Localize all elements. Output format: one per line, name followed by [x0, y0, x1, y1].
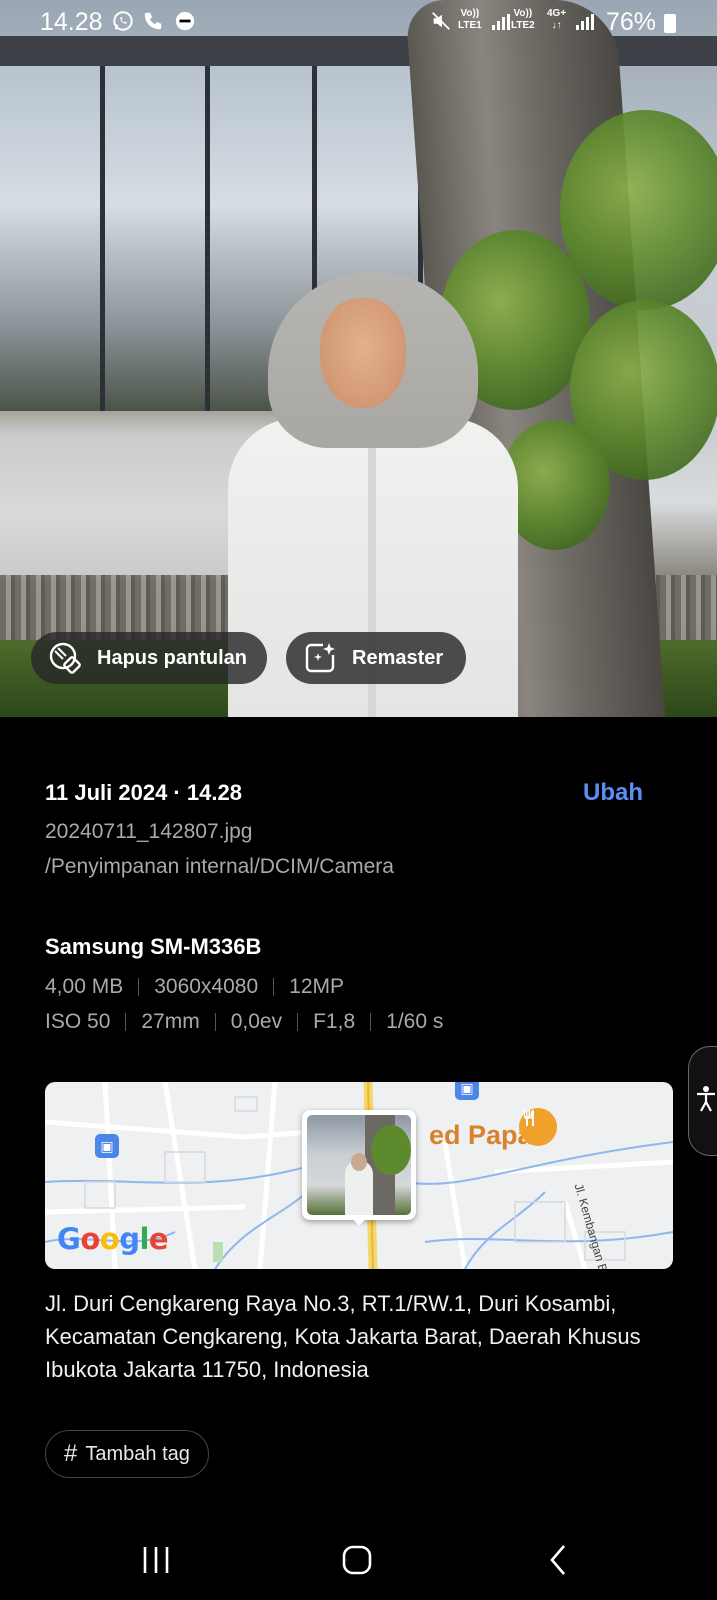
map-marker-pointer: [350, 1216, 368, 1226]
google-logo: Google: [57, 1222, 169, 1256]
map-photo-marker[interactable]: [302, 1110, 416, 1226]
photo-filename: 20240711_142807.jpg: [45, 820, 253, 843]
camera-specs-row: ISO 50 27mm 0,0ev F1,8 1/60 s: [45, 1010, 443, 1034]
battery-icon: [664, 14, 676, 33]
remaster-label: Remaster: [352, 646, 444, 669]
remaster-icon: [302, 640, 338, 676]
location-address: Jl. Duri Cengkareng Raya No.3, RT.1/RW.1…: [45, 1291, 641, 1382]
file-size: 4,00 MB: [45, 975, 124, 998]
remove-reflection-icon: [47, 640, 83, 676]
home-icon: [342, 1545, 372, 1575]
edit-details-button[interactable]: Ubah: [583, 779, 643, 807]
accessibility-icon: [695, 1085, 717, 1118]
accessibility-edge-handle[interactable]: [688, 1046, 717, 1156]
transit-icon: ▣: [455, 1082, 479, 1100]
file-specs-row: 4,00 MB 3060x4080 12MP: [45, 975, 344, 999]
home-button[interactable]: [327, 1538, 387, 1582]
separator: [125, 1013, 127, 1031]
remove-reflection-label: Hapus pantulan: [97, 646, 248, 669]
person-face: [320, 298, 406, 408]
recent-apps-icon: [143, 1547, 169, 1573]
hashtag-icon: #: [64, 1440, 78, 1467]
remaster-button[interactable]: Remaster: [286, 632, 466, 684]
do-not-disturb-icon: [174, 10, 196, 37]
photo-leaves: [560, 110, 717, 310]
status-time: 14.28: [40, 8, 103, 36]
shutter-speed: 1/60 s: [386, 1010, 444, 1033]
location-map[interactable]: ▣ ▣ ed Papa Jl. Kembangan Baru Google: [45, 1082, 673, 1269]
signal-icon: [492, 14, 510, 30]
restaurant-icon: [519, 1108, 557, 1146]
separator: [273, 978, 275, 996]
megapixels: 12MP: [289, 975, 345, 998]
recent-apps-button[interactable]: [126, 1538, 186, 1582]
iso: ISO 50: [45, 1010, 111, 1033]
navigation-bar: [0, 1520, 717, 1600]
photo-path: /Penyimpanan internal/DCIM/Camera: [45, 855, 394, 878]
photo-mullion: [205, 66, 210, 411]
network-type: 4G+ ↓↑: [547, 8, 567, 31]
whatsapp-icon: [112, 10, 134, 37]
photo-mullion: [100, 66, 105, 411]
map-photo-thumbnail: [307, 1115, 411, 1215]
map-place-label: ed Papa: [429, 1120, 533, 1150]
back-button[interactable]: [528, 1538, 588, 1582]
transit-icon: ▣: [95, 1134, 119, 1158]
status-bar: 14.28 Vo)) LTE1 Vo)) LTE2 4G+ ↓↑ 76%: [0, 0, 717, 44]
separator: [297, 1013, 299, 1031]
exposure-value: 0,0ev: [230, 1010, 283, 1033]
remove-reflection-button[interactable]: Hapus pantulan: [31, 632, 267, 684]
photo-view[interactable]: [0, 0, 717, 717]
aperture: F1,8: [313, 1010, 356, 1033]
separator: [138, 978, 140, 996]
add-tag-label: Tambah tag: [85, 1442, 190, 1465]
signal-icon: [576, 14, 594, 30]
focal-length: 27mm: [141, 1010, 200, 1033]
camera-device: Samsung SM-M336B: [45, 934, 262, 959]
separator: [370, 1013, 372, 1031]
back-icon: [550, 1545, 565, 1575]
add-tag-button[interactable]: # Tambah tag: [45, 1430, 209, 1478]
photo-date-time: 11 Juli 2024 · 14.28: [45, 780, 242, 805]
battery-percent: 76%: [606, 8, 657, 36]
resolution: 3060x4080: [154, 975, 259, 998]
mute-icon: [430, 10, 452, 37]
sim2-network: Vo)) LTE2: [511, 8, 535, 31]
phone-icon: [142, 10, 164, 37]
separator: [214, 1013, 216, 1031]
sim1-network: Vo)) LTE1: [458, 8, 482, 31]
